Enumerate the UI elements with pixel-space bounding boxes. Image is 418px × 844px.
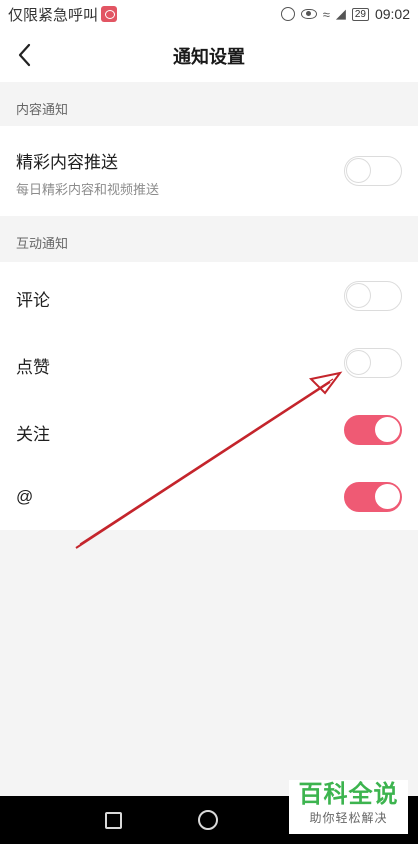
recent-apps-button[interactable]	[105, 812, 122, 829]
mentions-toggle[interactable]	[344, 482, 402, 512]
navigation-bar: 通知设置	[0, 28, 418, 82]
toggle-knob	[375, 484, 400, 509]
signal-icon: ◢	[335, 6, 346, 21]
section-header-interaction: 互动通知	[0, 220, 418, 264]
setting-row-follows[interactable]: 关注	[0, 396, 418, 463]
setting-label: 点赞	[16, 358, 50, 377]
content-push-toggle[interactable]	[344, 156, 402, 186]
status-bar: 仅限紧急呼叫 ≈ ◢ 29 09:02	[0, 0, 418, 28]
comments-toggle[interactable]	[344, 281, 402, 311]
nfc-icon	[280, 7, 295, 21]
toggle-knob	[346, 158, 371, 183]
watermark-logo: 百科全说 助你轻松解决	[289, 780, 408, 834]
wifi-icon: ≈	[322, 6, 330, 22]
follows-toggle[interactable]	[344, 415, 402, 445]
eye-comfort-icon	[300, 9, 317, 19]
notification-icon	[101, 6, 118, 22]
toggle-knob	[346, 350, 371, 375]
setting-row-mentions[interactable]: @	[0, 463, 418, 530]
setting-label: 评论	[16, 291, 50, 310]
setting-label: 精彩内容推送	[16, 153, 118, 172]
toggle-knob	[375, 417, 400, 442]
setting-label: 关注	[16, 425, 50, 444]
section-header-content: 内容通知	[0, 86, 418, 130]
toggle-knob	[346, 283, 371, 308]
setting-description: 每日精彩内容和视频推送	[16, 182, 160, 197]
home-button[interactable]	[198, 810, 218, 830]
setting-row-likes[interactable]: 点赞	[0, 329, 418, 396]
page-title: 通知设置	[173, 47, 245, 67]
setting-row-comments[interactable]: 评论	[0, 262, 418, 329]
clock: 09:02	[374, 6, 410, 22]
watermark-subtitle: 助你轻松解决	[309, 811, 388, 825]
setting-label: @	[16, 487, 34, 506]
watermark-title: 百科全说	[298, 781, 399, 808]
section-title: 内容通知	[16, 101, 69, 117]
carrier-text: 仅限紧急呼叫	[8, 6, 99, 24]
setting-row-content-push[interactable]: 精彩内容推送 每日精彩内容和视频推送	[0, 126, 418, 216]
likes-toggle[interactable]	[344, 348, 402, 378]
battery-indicator: 29	[351, 7, 369, 21]
section-title: 互动通知	[16, 235, 69, 251]
